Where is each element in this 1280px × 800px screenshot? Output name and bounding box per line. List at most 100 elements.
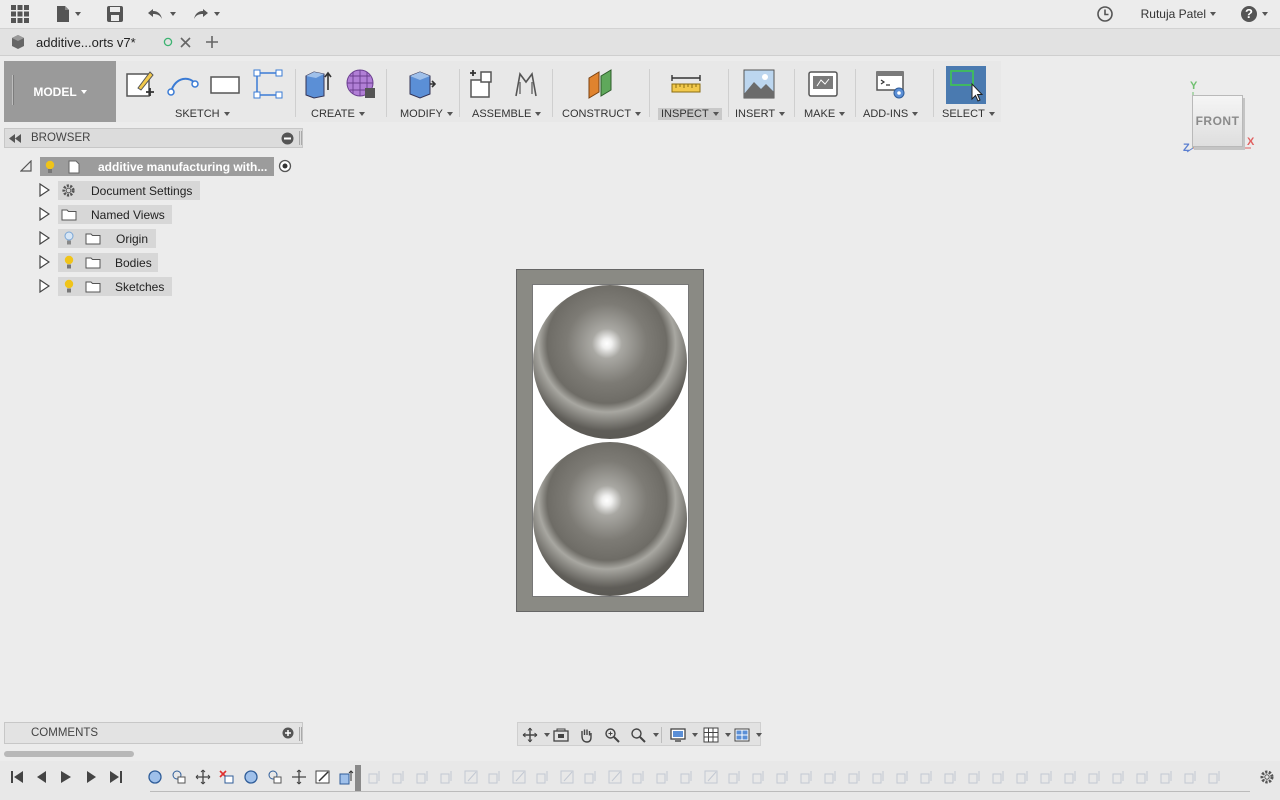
make-menu-label: MAKE (804, 108, 836, 120)
expand-arrow-icon[interactable] (39, 207, 50, 221)
joint-icon[interactable] (510, 68, 542, 100)
insert-image-icon[interactable] (743, 68, 775, 100)
timeline-move-feature-icon[interactable] (170, 769, 188, 785)
create-sketch-icon[interactable] (124, 68, 156, 100)
undo-button[interactable] (146, 4, 176, 24)
save-button[interactable] (106, 4, 124, 24)
browser-item-document-settings[interactable]: Document Settings (36, 180, 206, 200)
play-icon[interactable] (58, 769, 74, 785)
apps-grid-icon[interactable] (10, 4, 30, 24)
root-component-node[interactable]: additive manufacturing with... (40, 156, 274, 176)
press-pull-icon[interactable] (404, 68, 436, 100)
orbit-icon[interactable] (522, 727, 538, 743)
workspace-label: MODEL (33, 84, 77, 99)
timeline-settings-gear-icon[interactable] (1259, 769, 1275, 785)
timeline-extrude-feature-icon[interactable] (337, 769, 355, 785)
sphere-body-top[interactable] (533, 285, 687, 439)
timeline-move-feature-icon[interactable] (290, 769, 308, 785)
measure-icon[interactable] (670, 68, 702, 100)
fit-icon[interactable] (630, 727, 646, 743)
redo-button[interactable] (190, 4, 220, 24)
expanded-arrow-icon[interactable] (20, 160, 32, 172)
browser-item-bodies[interactable]: Bodies (36, 252, 206, 272)
look-at-icon[interactable] (553, 727, 569, 743)
app-bar: Rutuja Patel ? (0, 0, 1280, 29)
scripts-addins-icon[interactable] (875, 68, 907, 100)
help-button[interactable]: ? (1240, 4, 1268, 24)
timeline-marker[interactable] (355, 765, 361, 791)
visibility-bulb-icon[interactable] (64, 255, 74, 270)
workspace-switcher[interactable]: MODEL (4, 61, 116, 122)
browser-root-row[interactable]: additive manufacturing with... (16, 156, 306, 176)
form-icon[interactable] (345, 68, 377, 100)
horizontal-scrollbar[interactable] (4, 751, 134, 757)
step-back-icon[interactable] (34, 769, 50, 785)
viewports-icon[interactable] (734, 727, 750, 743)
inspect-menu-label: INSPECT (661, 108, 709, 120)
add-comment-icon[interactable] (282, 727, 294, 739)
grid-settings-icon[interactable] (703, 727, 719, 743)
expand-arrow-icon[interactable] (39, 255, 50, 269)
construct-menu[interactable]: CONSTRUCT (562, 108, 642, 120)
expand-arrow-icon[interactable] (39, 183, 50, 197)
visibility-bulb-icon[interactable] (45, 160, 55, 174)
expand-arrow-icon[interactable] (39, 231, 50, 245)
browser-options-icon[interactable] (281, 132, 294, 145)
sketch-arc-icon[interactable] (167, 68, 199, 100)
select-menu-label: SELECT (942, 108, 985, 120)
insert-menu[interactable]: INSERT (735, 108, 786, 120)
zoom-icon[interactable] (604, 727, 620, 743)
close-tab-icon[interactable] (180, 37, 191, 48)
assemble-menu[interactable]: ASSEMBLE (472, 108, 542, 120)
sphere-body-bottom[interactable] (533, 442, 687, 596)
timeline-sphere-feature-icon[interactable] (146, 769, 164, 785)
addins-menu[interactable]: ADD-INS (863, 108, 919, 120)
document-tab-bar: additive...orts v7* (0, 29, 1280, 56)
3d-print-icon[interactable] (807, 68, 839, 100)
modify-menu[interactable]: MODIFY (400, 108, 453, 120)
user-menu[interactable]: Rutuja Patel (1141, 7, 1216, 21)
root-component-label: additive manufacturing with... (98, 159, 268, 174)
expand-arrow-icon[interactable] (39, 279, 50, 293)
axis-z-label: Z (1183, 142, 1190, 154)
make-menu[interactable]: MAKE (804, 108, 846, 120)
offset-plane-icon[interactable] (585, 68, 617, 100)
sketch-rectangle-icon[interactable] (209, 68, 241, 100)
folder-icon (85, 233, 101, 244)
job-status-button[interactable] (1096, 4, 1114, 24)
timeline-move-feature-icon[interactable] (266, 769, 284, 785)
browser-item-named-views[interactable]: Named Views (36, 204, 206, 224)
new-component-icon[interactable] (467, 68, 499, 100)
timeline-sphere-feature-icon[interactable] (242, 769, 260, 785)
timeline-move-feature-icon[interactable] (194, 769, 212, 785)
select-tool-button[interactable] (946, 66, 986, 104)
viewcube-front-face[interactable]: FRONT (1192, 95, 1243, 147)
clock-icon (1097, 6, 1113, 22)
visibility-bulb-icon[interactable] (64, 279, 74, 294)
activate-radio-icon[interactable] (278, 159, 292, 173)
browser-panel-header[interactable]: BROWSER (4, 128, 303, 148)
select-menu[interactable]: SELECT (942, 108, 995, 120)
extrude-icon[interactable] (302, 68, 334, 100)
comments-panel[interactable]: COMMENTS (4, 722, 303, 744)
visibility-bulb-off-icon[interactable] (64, 231, 74, 246)
browser-item-origin[interactable]: Origin (36, 228, 206, 248)
go-to-start-icon[interactable] (9, 769, 25, 785)
collapse-panel-icon[interactable] (9, 134, 21, 143)
design-timeline (0, 761, 1280, 800)
sketch-constraints-icon[interactable] (252, 68, 284, 100)
new-tab-icon[interactable] (205, 35, 219, 49)
sketch-menu[interactable]: SKETCH (175, 108, 230, 120)
step-forward-icon[interactable] (83, 769, 99, 785)
create-menu[interactable]: CREATE (311, 108, 365, 120)
browser-item-sketches[interactable]: Sketches (36, 276, 206, 296)
inspect-menu[interactable]: INSPECT (658, 108, 722, 120)
display-settings-icon[interactable] (670, 727, 686, 743)
timeline-delete-feature-icon[interactable] (218, 769, 236, 785)
file-menu-button[interactable] (55, 4, 81, 24)
go-to-end-icon[interactable] (108, 769, 124, 785)
pan-hand-icon[interactable] (578, 727, 594, 743)
document-tab[interactable]: additive...orts v7* (0, 29, 200, 56)
browser-item-label: Origin (116, 231, 149, 246)
timeline-sketch-feature-icon[interactable] (314, 769, 332, 785)
